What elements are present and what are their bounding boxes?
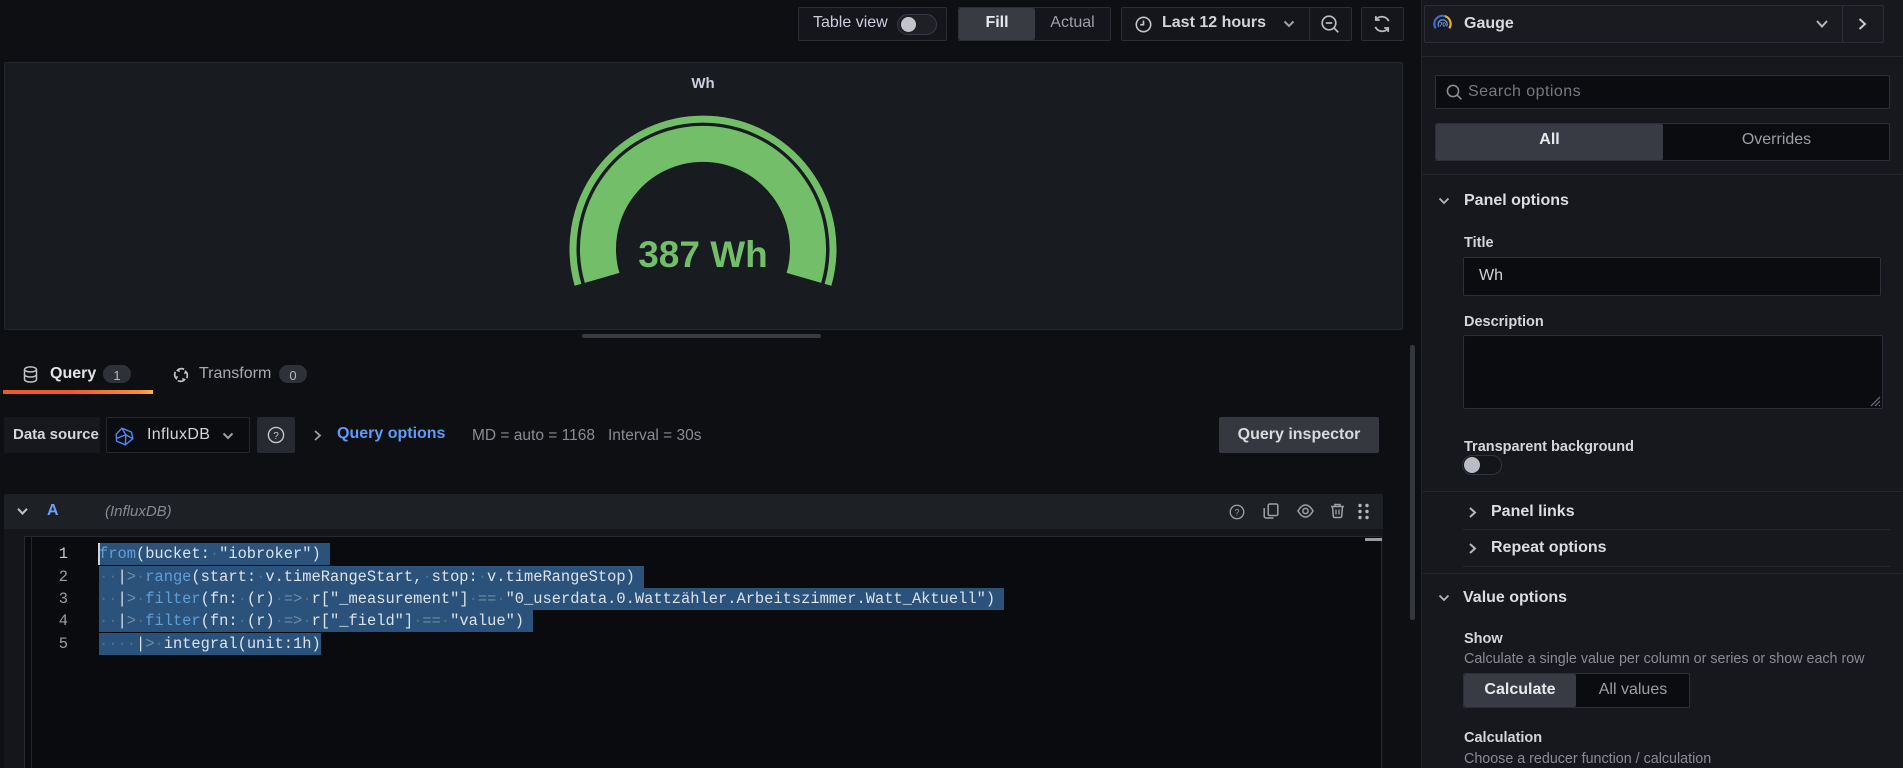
svg-text:?: ?: [1235, 508, 1240, 518]
svg-text:?: ?: [273, 431, 279, 442]
svg-text:70: 70: [1439, 23, 1445, 29]
svg-text:387 Wh: 387 Wh: [638, 234, 768, 275]
